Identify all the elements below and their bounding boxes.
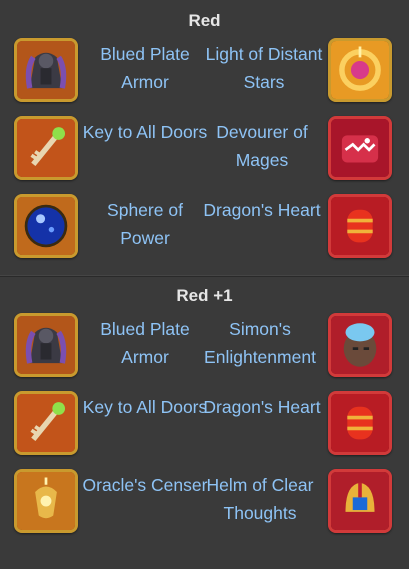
armor-icon[interactable]	[14, 38, 78, 102]
key-icon[interactable]	[14, 116, 78, 180]
item-label: Key to All Doors	[82, 122, 208, 142]
heart-icon[interactable]	[328, 391, 392, 455]
section-red: Red Blued Plate Armor Light of Distant S…	[0, 0, 409, 269]
helm-icon[interactable]	[328, 469, 392, 533]
orb-icon[interactable]	[14, 194, 78, 258]
item-label: Devourer of Mages	[216, 122, 308, 170]
item-label: Helm of Clear Thoughts	[206, 475, 314, 523]
item-row: Blued Plate Armor Light of Distant Stars	[0, 35, 409, 113]
item-label: Key to All Doors	[82, 397, 208, 417]
amulet-icon[interactable]	[328, 38, 392, 102]
item-row: Key to All Doors Dragon's Heart	[0, 388, 409, 466]
key-icon[interactable]	[14, 391, 78, 455]
armor-icon[interactable]	[14, 313, 78, 377]
section-red-plus-1: Red +1 Blued Plate Armor Simon's Enlight…	[0, 282, 409, 544]
item-label: Dragon's Heart	[203, 200, 321, 220]
section-title: Red	[188, 11, 221, 30]
section-title: Red +1	[176, 286, 233, 305]
item-row: Blued Plate Armor Simon's Enlightenment	[0, 310, 409, 388]
item-label: Simon's Enlightenment	[204, 319, 316, 367]
section-divider	[0, 275, 409, 277]
item-label: Dragon's Heart	[203, 397, 321, 417]
heart-icon[interactable]	[328, 194, 392, 258]
face-icon[interactable]	[328, 313, 392, 377]
item-row: Oracle's Censer Helm of Clear Thoughts	[0, 466, 409, 544]
item-label: Sphere of Power	[107, 200, 183, 248]
item-label: Light of Distant Stars	[205, 44, 323, 92]
item-row: Key to All Doors Devourer of Mages	[0, 113, 409, 191]
item-row: Sphere of Power Dragon's Heart	[0, 191, 409, 269]
censer-icon[interactable]	[14, 469, 78, 533]
monster-chest-icon[interactable]	[328, 116, 392, 180]
item-label: Blued Plate Armor	[100, 44, 190, 92]
